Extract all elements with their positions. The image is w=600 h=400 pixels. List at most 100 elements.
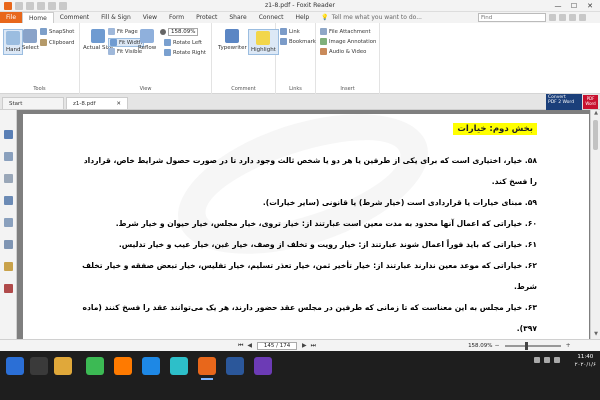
prev-page-button[interactable]: ◀ xyxy=(245,342,254,349)
file-explorer-icon[interactable] xyxy=(54,357,72,375)
close-tab-icon[interactable]: ✕ xyxy=(116,101,121,107)
signature-panel-icon[interactable] xyxy=(4,240,13,249)
word-icon[interactable] xyxy=(226,357,244,375)
task-view-icon[interactable] xyxy=(30,357,48,375)
visual-studio-icon[interactable] xyxy=(254,357,272,375)
links-group-label: Links xyxy=(289,86,302,92)
scroll-up-icon[interactable]: ▲ xyxy=(592,110,600,118)
vertical-scrollbar[interactable]: ▲ ▼ xyxy=(590,110,600,339)
clipboard-button[interactable]: Clipboard xyxy=(40,39,74,46)
link-button[interactable]: Link xyxy=(280,28,300,35)
image-annotation-button[interactable]: Image Annotation xyxy=(320,38,376,45)
layers-panel-icon[interactable] xyxy=(4,196,13,205)
pages-panel-icon[interactable] xyxy=(4,152,13,161)
network-icon[interactable] xyxy=(534,357,540,363)
minimize-button[interactable]: — xyxy=(550,0,566,12)
tab-home[interactable]: Home xyxy=(22,12,54,23)
convert-pdf-banner[interactable]: Convert PDF 2 Word xyxy=(546,94,582,110)
scroll-down-icon[interactable]: ▼ xyxy=(592,331,600,339)
select-tool-button[interactable]: Select xyxy=(22,29,39,51)
view-group: Actual Size Fit Page Fit Width Fit Visib… xyxy=(80,23,212,94)
tab-fill-sign[interactable]: Fill & Sign xyxy=(95,12,137,23)
file-attachment-label: File Attachment xyxy=(329,28,371,35)
tab-protect[interactable]: Protect xyxy=(190,12,223,23)
audio-video-button[interactable]: Audio & Video xyxy=(320,48,366,55)
tab-connect[interactable]: Connect xyxy=(253,12,290,23)
fit-page-button[interactable]: Fit Page xyxy=(108,28,138,35)
close-button[interactable]: ✕ xyxy=(582,0,598,12)
skin-icon[interactable] xyxy=(559,14,566,21)
zoom-slider-knob[interactable] xyxy=(524,341,528,350)
foxit-reader-icon[interactable] xyxy=(198,357,216,380)
save-icon[interactable] xyxy=(26,1,34,10)
browser-icon[interactable] xyxy=(170,357,188,375)
tab-document[interactable]: z1-8.pdf ✕ xyxy=(66,97,128,109)
settings-icon[interactable] xyxy=(569,14,576,21)
tab-share[interactable]: Share xyxy=(223,12,252,23)
bookmark-button[interactable]: Bookmark xyxy=(280,38,316,45)
lightbulb-icon: 💡 xyxy=(321,14,329,21)
chrome-icon[interactable] xyxy=(86,357,104,375)
volume-icon[interactable] xyxy=(544,357,550,363)
tab-start[interactable]: Start xyxy=(2,97,64,109)
content-panel-icon[interactable] xyxy=(4,284,13,293)
redo-icon[interactable] xyxy=(59,1,67,10)
first-page-button[interactable]: ⏮ xyxy=(236,342,245,350)
edge-icon[interactable] xyxy=(142,357,160,375)
undo-icon[interactable] xyxy=(48,1,56,10)
tab-view[interactable]: View xyxy=(137,12,163,23)
tab-file[interactable]: File xyxy=(0,12,23,23)
chevron-up-icon[interactable] xyxy=(579,14,586,21)
zoom-slider[interactable] xyxy=(504,341,561,350)
zoom-value[interactable]: 158.09% xyxy=(168,28,198,36)
page-number-input[interactable]: 145 / 174 xyxy=(257,341,298,350)
pdf-to-word-badge[interactable]: PDF Word xyxy=(583,95,598,109)
tab-help[interactable]: Help xyxy=(290,12,316,23)
link-icon xyxy=(280,28,287,35)
rotate-right-label: Rotate Right xyxy=(173,49,206,56)
reflow-button[interactable]: Reflow xyxy=(138,29,156,51)
zoom-in-button[interactable]: + xyxy=(564,342,573,349)
tab-comment[interactable]: Comment xyxy=(54,12,95,23)
rotate-left-button[interactable]: Rotate Left xyxy=(164,39,202,46)
paragraph-63: ۶۳. خیار مجلس به این معناست که تا زمانی … xyxy=(82,303,538,333)
clock[interactable]: 11:40 ۲۰۲۰/۱/۶ xyxy=(575,353,596,369)
snapshot-button[interactable]: SnapShot xyxy=(40,28,74,35)
rotate-right-icon xyxy=(164,49,171,56)
bookmarks-panel-icon[interactable] xyxy=(4,130,13,139)
highlight-label: Highlight xyxy=(251,47,276,53)
bookmark-label: Bookmark xyxy=(289,38,316,45)
maximize-button[interactable]: ☐ xyxy=(566,0,582,12)
hand-tool-button[interactable]: Hand xyxy=(3,29,24,55)
rotate-left-icon xyxy=(164,39,171,46)
status-zoom-value[interactable]: 158.09% xyxy=(468,343,492,349)
rotate-right-button[interactable]: Rotate Right xyxy=(164,49,206,56)
clipboard-label: Clipboard xyxy=(49,39,75,46)
zoom-out-button[interactable]: − xyxy=(493,342,502,349)
search-options-icon[interactable] xyxy=(549,14,556,21)
find-input[interactable]: Find xyxy=(478,13,546,22)
print-icon[interactable] xyxy=(37,1,45,10)
attachments-panel-icon[interactable] xyxy=(4,218,13,227)
document-view[interactable]: بخش دوم: خیارات ۵۸. خیار، اختیاری است که… xyxy=(17,110,590,339)
highlight-button[interactable]: Highlight xyxy=(248,29,279,55)
firefox-icon[interactable] xyxy=(114,357,132,375)
document-tabs: Start z1-8.pdf ✕ Convert PDF 2 Word PDF … xyxy=(0,94,600,110)
select-label: Select xyxy=(22,45,39,51)
find-placeholder: Find xyxy=(481,14,493,21)
start-menu-icon[interactable] xyxy=(6,357,24,375)
zoom-select[interactable]: 158.09% xyxy=(160,28,198,36)
last-page-button[interactable]: ⏭ xyxy=(309,342,318,350)
comments-panel-icon[interactable] xyxy=(4,174,13,183)
tab-form[interactable]: Form xyxy=(163,12,190,23)
battery-icon[interactable] xyxy=(554,357,560,363)
open-icon[interactable] xyxy=(15,1,23,10)
file-attachment-button[interactable]: File Attachment xyxy=(320,28,371,35)
scroll-thumb[interactable] xyxy=(593,120,598,150)
next-page-button[interactable]: ▶ xyxy=(300,342,309,349)
tell-me-box[interactable]: 💡 Tell me what you want to do... xyxy=(321,14,422,21)
security-panel-icon[interactable] xyxy=(4,262,13,271)
pdf-page[interactable]: بخش دوم: خیارات ۵۸. خیار، اختیاری است که… xyxy=(23,114,589,339)
rotate-left-label: Rotate Left xyxy=(173,39,202,46)
typewriter-button[interactable]: Typewriter xyxy=(218,29,247,51)
